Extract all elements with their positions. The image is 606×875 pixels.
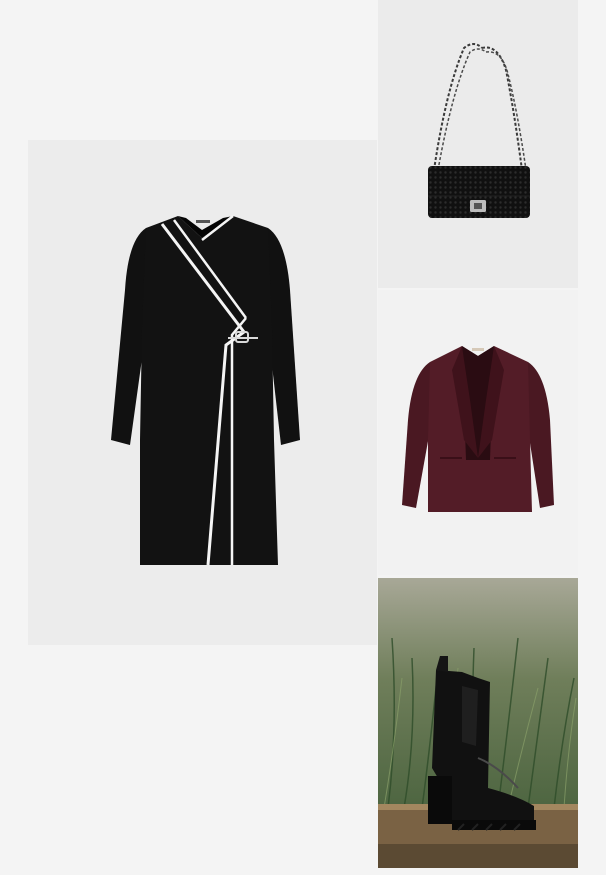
chelsea-boot-image bbox=[378, 578, 578, 868]
wrap-dress-image bbox=[28, 140, 377, 645]
dress-product-tile[interactable] bbox=[28, 140, 377, 645]
boot-product-tile[interactable] bbox=[378, 578, 578, 868]
bag-product-tile[interactable] bbox=[378, 0, 578, 288]
blazer-image bbox=[378, 290, 578, 575]
outfit-collage bbox=[0, 0, 606, 875]
chain-bag-image bbox=[378, 0, 578, 288]
blazer-product-tile[interactable] bbox=[378, 290, 578, 575]
